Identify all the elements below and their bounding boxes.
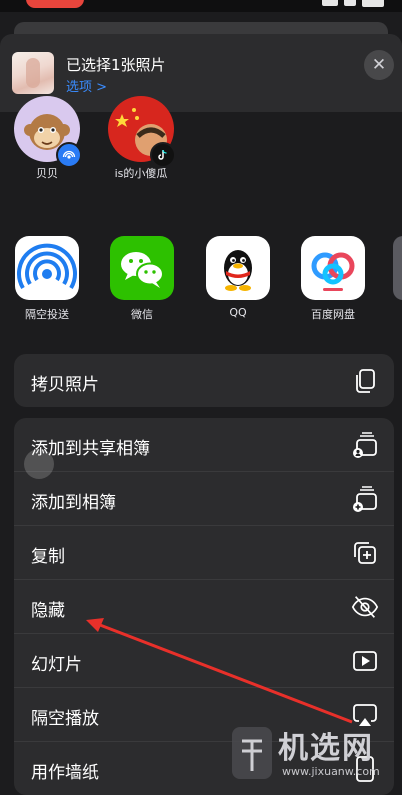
wechat-icon [110,236,174,300]
action-group-copy: 拷贝照片 [14,354,394,407]
action-row-shared-album[interactable]: 添加到共享相簿 [14,418,394,472]
baidu-netdisk-icon [301,236,365,300]
contact-name: 贝贝 [36,167,58,180]
action-label: 幻灯片 [31,655,82,675]
slideshow-play-icon [350,646,380,676]
status-icons [322,0,384,8]
options-link[interactable]: 选项 > [66,76,107,95]
battery-icon [362,0,384,7]
action-row-slideshow[interactable]: 幻灯片 [14,634,394,688]
action-row-copy-photo[interactable]: 拷贝照片 [14,354,394,407]
app-label: 百度网盘 [311,308,355,321]
watermark-url: www.jixuanw.com [282,765,380,778]
app-airdrop[interactable]: 隔空投送 [7,236,87,322]
action-row-add-album[interactable]: 添加到相簿 [14,472,394,526]
avatar [108,96,176,168]
signal-icon [322,0,338,6]
photo-thumbnail [12,52,54,94]
action-label: 拷贝照片 [31,375,99,395]
contact-beibei[interactable]: 贝贝 [7,96,87,180]
app-label: QQ [229,306,247,319]
contact-is-xiaoshagua[interactable]: is的小傻瓜 [101,96,181,180]
duplicate-icon [350,538,380,568]
app-wechat[interactable]: 微信 [102,236,182,322]
status-bar [0,0,402,12]
app-label: 隔空投送 [25,308,69,321]
action-label: 复制 [31,547,65,567]
qq-penguin-icon [206,236,270,300]
watermark-brand: 机选网 [278,731,374,766]
avatar [14,96,82,168]
selection-title: 已选择1张照片 [66,56,166,74]
wifi-icon [344,0,356,6]
app-baidu-netdisk[interactable]: 百度网盘 [293,236,373,322]
apps-row: 隔空投送 微信 QQ 百度网盘 [0,236,402,326]
contact-name: is的小傻瓜 [114,167,168,180]
close-button[interactable]: ✕ [364,50,394,80]
action-label: 用作墙纸 [31,763,99,783]
recording-indicator [26,0,84,8]
touch-indicator [24,449,54,479]
add-album-icon [350,484,380,514]
site-watermark: 机选网 www.jixuanw.com [228,719,396,789]
app-label: 微信 [131,308,153,321]
hide-eye-icon [350,592,380,622]
copy-photo-icon [350,366,380,396]
airdrop-icon [15,236,79,300]
contacts-row: 贝贝 is的小傻瓜 [0,96,402,182]
action-row-hide[interactable]: 隐藏 [14,580,394,634]
action-row-duplicate[interactable]: 复制 [14,526,394,580]
close-icon: ✕ [371,55,387,75]
app-qq[interactable]: QQ [198,236,278,319]
action-label: 隔空播放 [31,709,99,729]
action-label: 隐藏 [31,601,65,621]
action-label: 添加到相簿 [31,493,116,513]
more-apps-peek[interactable] [393,236,402,300]
shared-album-icon [350,430,380,460]
